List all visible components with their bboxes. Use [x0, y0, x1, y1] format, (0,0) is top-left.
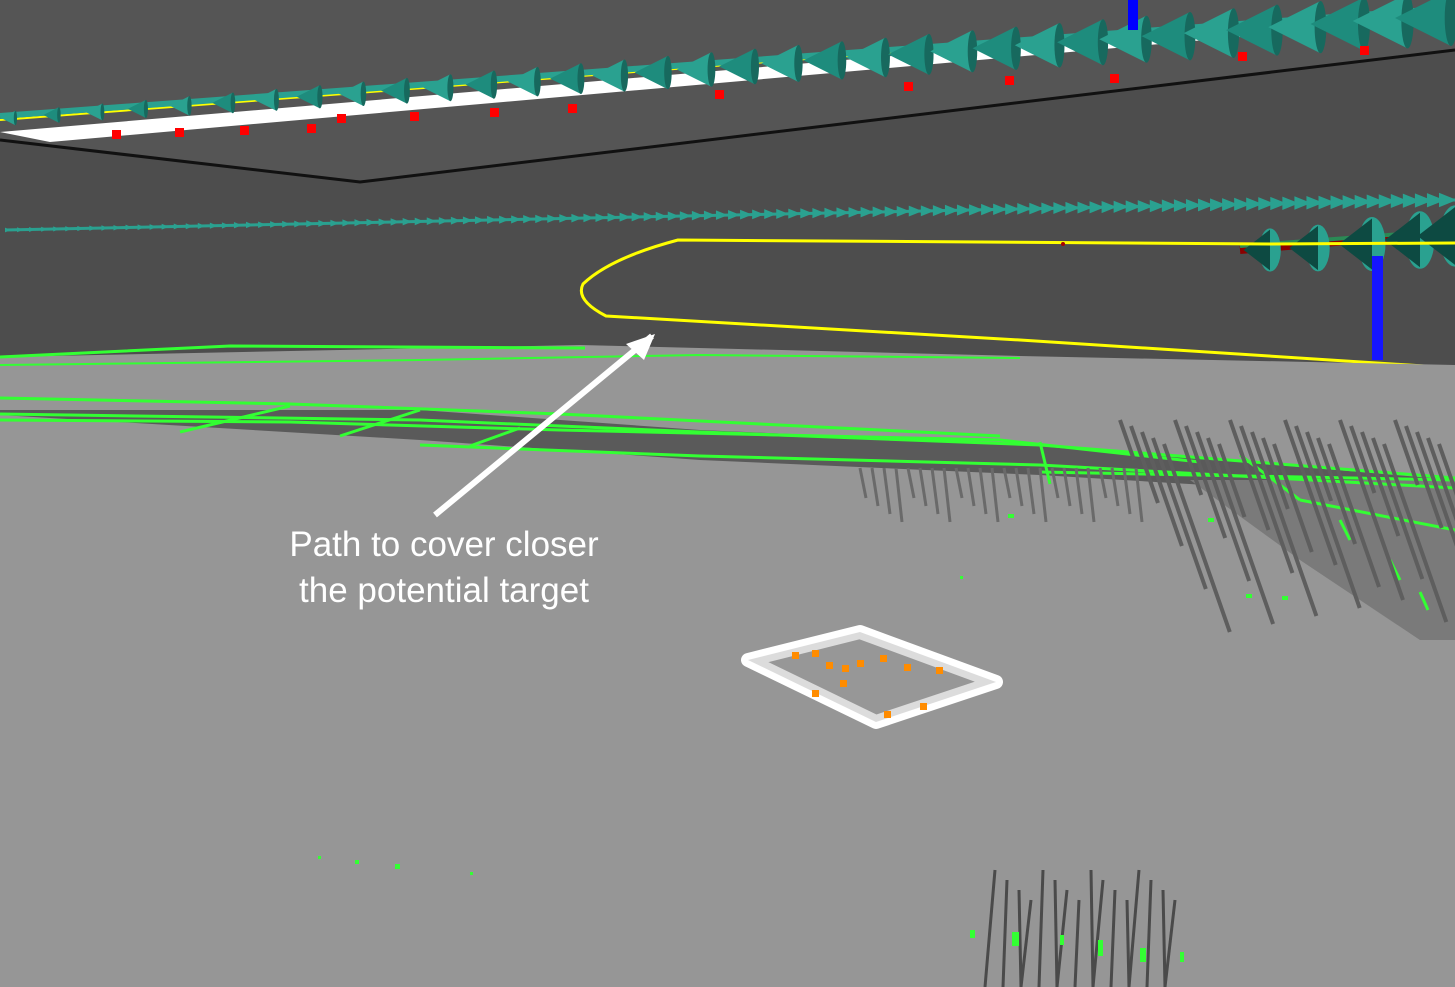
- red-marker: [904, 82, 913, 91]
- right-axis-marker: [1372, 256, 1383, 360]
- top-axis-marker: [1128, 0, 1138, 30]
- red-marker: [1005, 76, 1014, 85]
- red-marker: [1110, 74, 1119, 83]
- scene-canvas[interactable]: [0, 0, 1455, 987]
- annotation-line-2: the potential target: [299, 571, 589, 610]
- red-marker: [1360, 46, 1369, 55]
- red-marker: [1238, 52, 1247, 61]
- annotation-line-1: Path to cover closer: [289, 525, 599, 564]
- red-marker: [490, 108, 499, 117]
- red-marker: [307, 124, 316, 133]
- 3d-viewport[interactable]: Path to cover closer the potential targe…: [0, 0, 1455, 987]
- annotation-label: Path to cover closer the potential targe…: [214, 522, 674, 614]
- path-waypoint: [1061, 242, 1065, 246]
- red-marker: [568, 104, 577, 113]
- red-marker: [240, 126, 249, 135]
- red-marker: [112, 130, 121, 139]
- red-marker: [715, 90, 724, 99]
- red-marker: [337, 114, 346, 123]
- red-marker: [175, 128, 184, 137]
- red-marker: [410, 112, 419, 121]
